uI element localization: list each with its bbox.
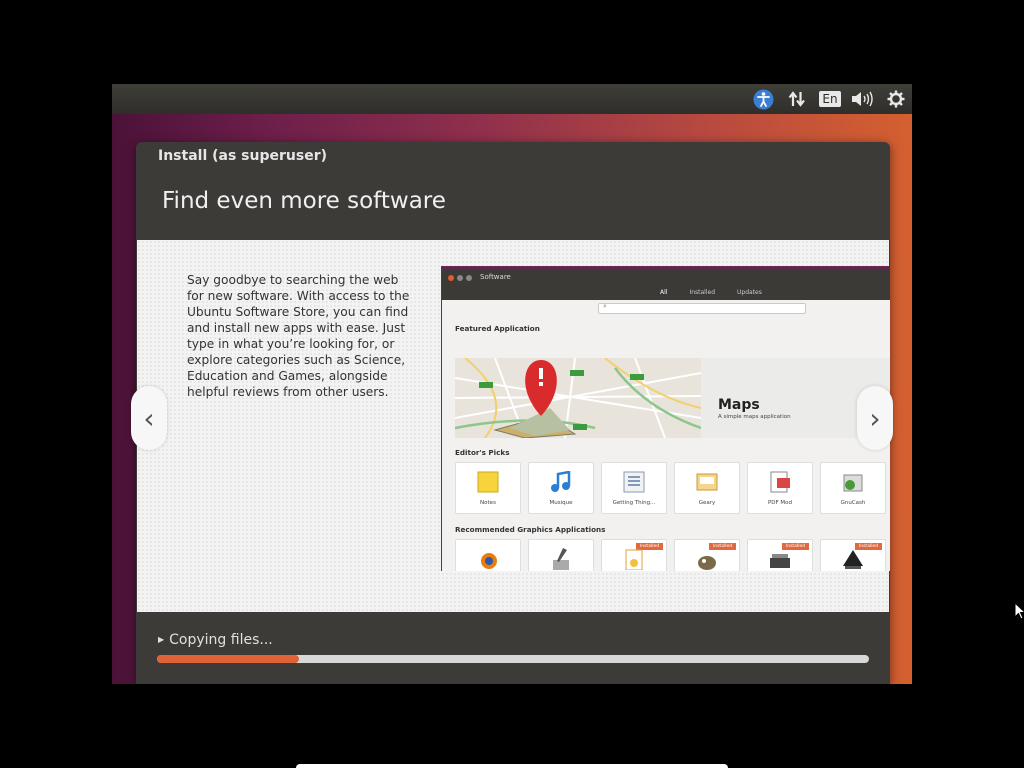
app-tile: GnuCash xyxy=(820,462,886,514)
recommended-heading: Recommended Graphics Applications xyxy=(455,525,606,534)
editors-picks-heading: Editor's Picks xyxy=(455,448,510,457)
checklist-icon xyxy=(623,471,645,493)
screenshot-tab-installed: Installed xyxy=(689,289,716,296)
featured-heading: Featured Application xyxy=(455,324,540,333)
app-tile xyxy=(455,539,521,571)
screenshot-titlebar: Software xyxy=(442,267,890,286)
screenshot-tab-updates: Updates xyxy=(737,289,762,296)
app-tile-name: Geary xyxy=(698,500,716,506)
app-tile: Musique xyxy=(528,462,594,514)
image-document-icon xyxy=(625,549,643,570)
featured-banner: Maps A simple maps application xyxy=(455,358,890,438)
recommended-row: Installed Installed Installed Installed xyxy=(455,539,886,571)
slideshow-panel: Say goodbye to searching the web for new… xyxy=(131,240,893,612)
install-progress-fill xyxy=(157,655,300,663)
volume-icon[interactable] xyxy=(850,84,874,114)
slide-description: Say goodbye to searching the web for new… xyxy=(187,273,410,399)
next-slide-button[interactable]: › xyxy=(857,386,893,450)
featured-app-description: A simple maps application xyxy=(718,414,791,420)
app-tile-name: GnuCash xyxy=(840,500,866,506)
app-tile-name: Musique xyxy=(549,500,573,506)
app-tile-name: Getting Thing... xyxy=(612,500,656,506)
editors-picks-row: Notes Musique Getting Thing... Geary PDF… xyxy=(455,462,886,514)
app-tile xyxy=(528,539,594,571)
screenshot-tab-all: All xyxy=(660,289,668,296)
screenshot-window-title: Software xyxy=(480,273,511,281)
installer-screen: En Install (as superuser) Find even more… xyxy=(112,84,912,684)
app-tile: PDF Mod xyxy=(747,462,813,514)
featured-app-name: Maps xyxy=(718,397,760,413)
gear-icon[interactable] xyxy=(885,84,907,114)
inkscape-icon xyxy=(843,550,863,569)
software-center-screenshot: Software All Installed Updates ⌕ Feature… xyxy=(441,266,890,571)
expander-triangle-icon[interactable]: ▶ xyxy=(158,635,164,644)
scanner-icon xyxy=(770,554,790,568)
gimp-icon xyxy=(698,556,716,570)
window-title: Install (as superuser) xyxy=(158,148,327,164)
app-tile-name: Notes xyxy=(480,500,496,506)
progress-area: ▶ Copying files... xyxy=(136,612,890,684)
notes-icon xyxy=(477,471,499,493)
chevron-left-icon: ‹ xyxy=(143,401,155,435)
app-tile: Getting Thing... xyxy=(601,462,667,514)
accessibility-icon[interactable] xyxy=(752,84,774,114)
pdf-document-icon xyxy=(770,471,790,493)
screen-edge-highlight xyxy=(296,764,728,768)
map-illustration-icon xyxy=(455,358,701,438)
network-icon[interactable] xyxy=(786,84,808,114)
chevron-right-icon: › xyxy=(869,401,881,435)
app-tile-name: PDF Mod xyxy=(767,500,793,506)
app-tile: Geary xyxy=(674,462,740,514)
mail-icon xyxy=(696,473,718,491)
language-label: En xyxy=(819,91,841,107)
app-tile: Installed xyxy=(747,539,813,571)
app-tile: Installed xyxy=(601,539,667,571)
app-tile: Installed xyxy=(674,539,740,571)
keyboard-language-indicator[interactable]: En xyxy=(819,84,841,114)
slide-title: Find even more software xyxy=(162,188,446,214)
app-tile: Installed xyxy=(820,539,886,571)
music-note-icon xyxy=(551,471,571,492)
window-controls-icon xyxy=(448,275,472,281)
installer-window: Install (as superuser) Find even more so… xyxy=(131,142,893,684)
mouse-pointer-icon xyxy=(1014,602,1024,620)
blender-icon xyxy=(481,553,497,569)
search-icon: ⌕ xyxy=(603,302,607,310)
top-panel: En xyxy=(112,84,912,114)
finance-icon xyxy=(843,474,863,492)
install-progress-bar xyxy=(157,655,869,663)
screenshot-search-field: ⌕ xyxy=(598,302,806,314)
install-status-text: Copying files... xyxy=(169,632,273,648)
screenshot-toolbar: All Installed Updates xyxy=(442,286,890,300)
previous-slide-button[interactable]: ‹ xyxy=(131,386,167,450)
paint-brush-icon xyxy=(553,548,569,570)
install-status[interactable]: ▶ Copying files... xyxy=(158,632,273,648)
app-tile: Notes xyxy=(455,462,521,514)
